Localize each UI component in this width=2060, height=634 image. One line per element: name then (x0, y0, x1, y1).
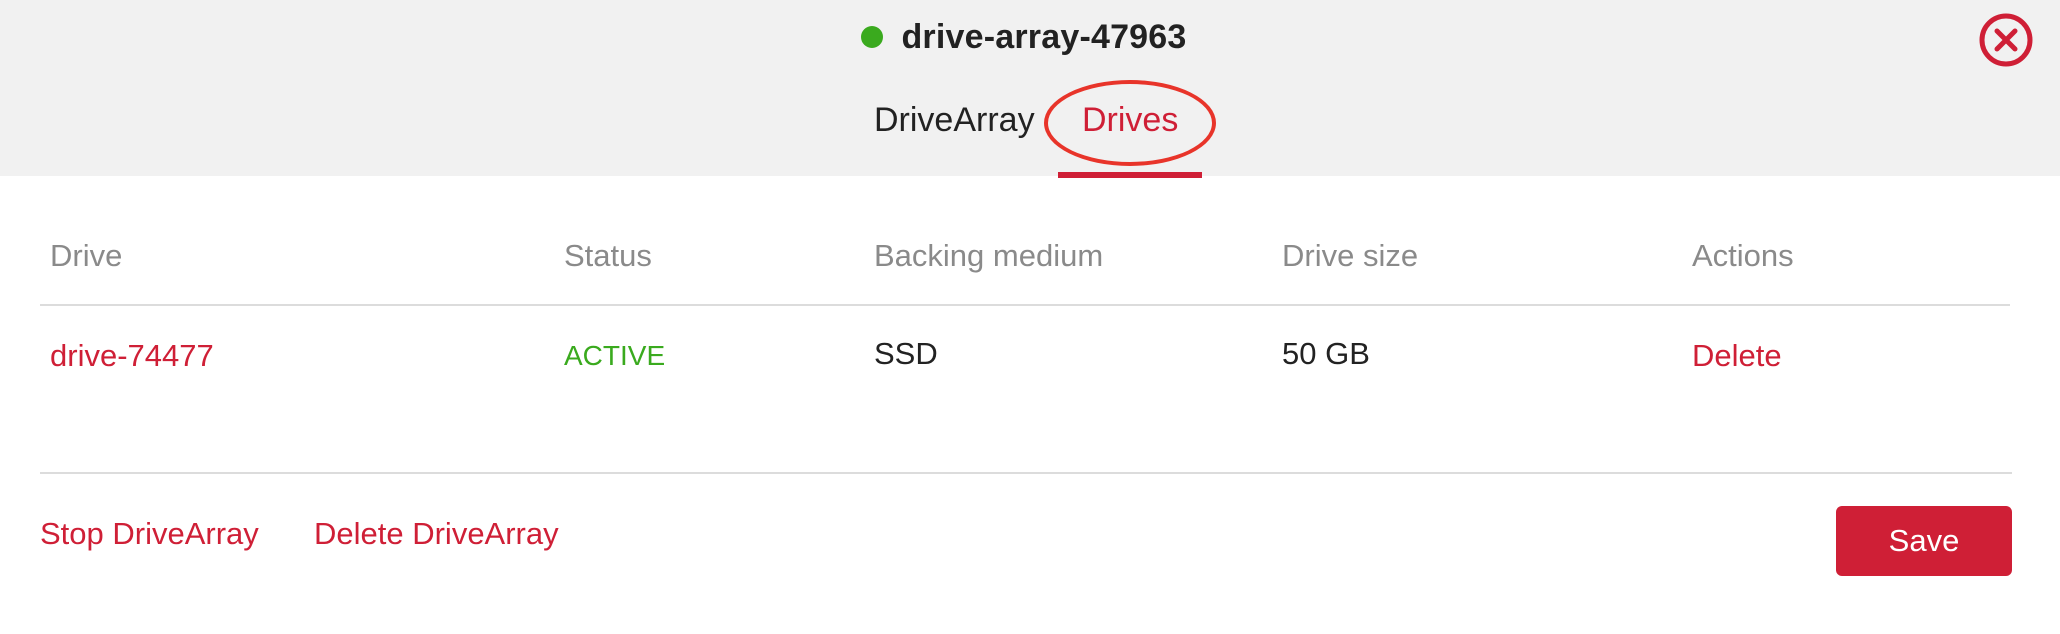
delete-drive-button[interactable]: Delete (1692, 332, 1782, 380)
page-title: drive-array-47963 (901, 17, 1187, 56)
stop-drivearray-button[interactable]: Stop DriveArray (40, 510, 259, 558)
column-header-status: Status (564, 238, 652, 273)
status-dot-icon (861, 26, 884, 48)
delete-drivearray-button[interactable]: Delete DriveArray (314, 510, 559, 558)
tab-drivearray[interactable]: DriveArray (874, 100, 1035, 140)
title-bar: drive-array-47963 (0, 14, 2060, 60)
column-header-drive-size: Drive size (1282, 238, 1419, 273)
modal-header: drive-array-47963 DriveArray Drives (0, 0, 2060, 176)
tab-drives[interactable]: Drives (1082, 100, 1178, 140)
close-icon (1979, 13, 2033, 67)
status-badge: ACTIVE (564, 340, 666, 371)
save-button[interactable]: Save (1836, 506, 2012, 576)
backing-medium-value: SSD (874, 336, 938, 371)
drive-size-value: 50 GB (1282, 336, 1370, 371)
column-header-actions: Actions (1692, 238, 1794, 273)
close-button[interactable] (1978, 12, 2034, 68)
column-header-backing-medium: Backing medium (874, 238, 1104, 273)
footer-divider (40, 472, 2012, 474)
drive-link[interactable]: drive-74477 (50, 332, 214, 380)
column-header-drive: Drive (50, 238, 123, 273)
active-tab-indicator (1058, 172, 1202, 178)
table-header-divider (40, 304, 2010, 306)
